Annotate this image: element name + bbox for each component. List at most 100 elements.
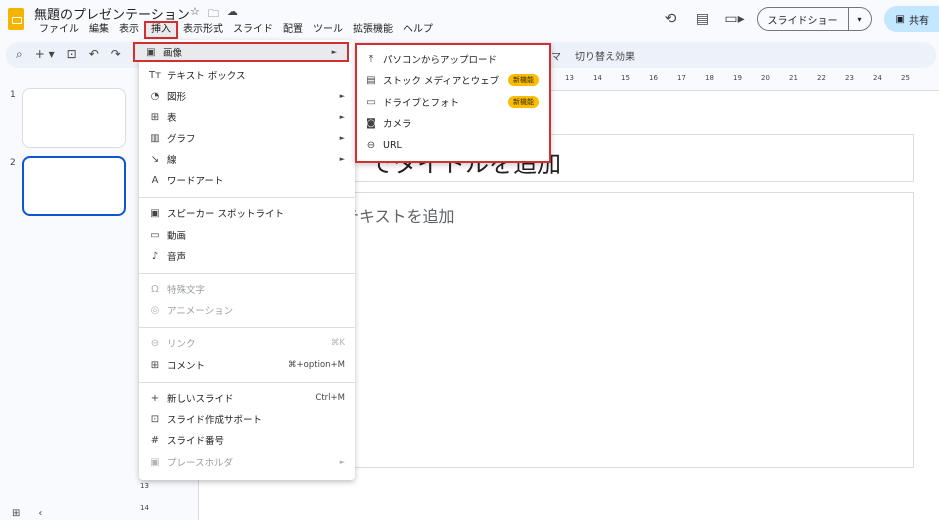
menu-item-label: 特殊文字 (167, 285, 206, 296)
audio-icon: ♪ (151, 250, 159, 262)
menu-item-slide-assist[interactable]: ⊡ スライド作成サポート (139, 409, 355, 429)
menu-view[interactable]: 表示 (114, 23, 144, 37)
ruler-tick: 20 (761, 74, 770, 82)
menu-item-label: 新しいスライド (167, 394, 234, 405)
insert-menu: ▣ 画像 ► Tт テキスト ボックス ◔ 図形 ► ⊞ 表 ► ▥ グラフ ►… (133, 40, 355, 480)
lock-icon: ▣ (895, 13, 905, 25)
redo-icon[interactable]: ↷ (111, 47, 121, 62)
chevron-right-icon: ► (331, 48, 337, 56)
vruler-tick: 13 (140, 482, 149, 490)
menu-item-new-slide[interactable]: + 新しいスライド Ctrl+M (139, 388, 355, 408)
menu-item-video[interactable]: ▭ 動画 (139, 225, 355, 245)
ruler-tick: 18 (705, 74, 714, 82)
chevron-down-icon[interactable]: ▾ (849, 8, 871, 30)
undo-icon[interactable]: ↶ (89, 47, 99, 62)
share-label: 共有 (909, 15, 929, 27)
submenu-item-camera[interactable]: ◙ カメラ (357, 113, 549, 133)
chevron-right-icon: ► (339, 113, 345, 121)
menu-item-slide-number[interactable]: # スライド番号 (139, 430, 355, 450)
slides-logo[interactable] (8, 8, 24, 30)
menu-item-label: 線 (167, 155, 177, 166)
submenu-item-stock[interactable]: ▤ ストック メディアとウェブ 新機能 (357, 70, 549, 90)
menu-item-line[interactable]: ↘ 線 ► (139, 149, 355, 169)
star-icon[interactable]: ☆ (190, 5, 200, 24)
placeholder-icon: ▣ (150, 456, 160, 468)
menu-divider (139, 327, 355, 328)
menu-insert[interactable]: 挿入 (144, 21, 178, 39)
folder-icon: ▭ (366, 96, 376, 108)
chevron-right-icon: ► (339, 458, 345, 466)
menu-item-wordart[interactable]: A ワードアート (139, 170, 355, 190)
submenu-item-upload[interactable]: ⤒ パソコンからアップロード (357, 49, 549, 69)
menu-item-label: 画像 (163, 48, 183, 59)
slide-thumbnail-2[interactable] (22, 156, 126, 216)
chevron-right-icon: ► (339, 155, 345, 163)
menu-item-shape[interactable]: ◔ 図形 ► (139, 86, 355, 106)
menu-divider (139, 382, 355, 383)
menu-item-placeholder: ▣ プレースホルダ ► (139, 452, 355, 472)
menu-item-speaker-spotlight[interactable]: ▣ スピーカー スポットライト (139, 203, 355, 223)
menu-divider (139, 197, 355, 198)
menu-file[interactable]: ファイル (34, 23, 84, 37)
collapse-panel-icon[interactable]: ‹ (38, 508, 42, 519)
cloud-status-icon[interactable]: ☁ (227, 5, 238, 24)
add-slide-icon[interactable]: + ▾ (35, 47, 55, 62)
submenu-item-label: カメラ (383, 119, 412, 130)
menu-edit[interactable]: 編集 (84, 23, 114, 37)
ruler-tick: 15 (621, 74, 630, 82)
comment-icon: ⊞ (150, 359, 160, 371)
body-placeholder[interactable]: テキストを追加 (343, 192, 914, 468)
transition-button[interactable]: 切り替え効果 (575, 48, 635, 63)
menu-item-image[interactable]: ▣ 画像 ► (133, 42, 349, 62)
slideshow-button[interactable]: スライドショー ▾ (756, 7, 872, 31)
ruler-tick: 22 (817, 74, 826, 82)
ruler-tick: 13 (565, 74, 574, 82)
stock-icon: ▤ (366, 74, 376, 86)
menu-help[interactable]: ヘルプ (398, 23, 438, 37)
vruler-tick: 14 (140, 504, 149, 512)
menu-format[interactable]: 表示形式 (178, 23, 228, 37)
menu-item-table[interactable]: ⊞ 表 ► (139, 107, 355, 127)
slideshow-label[interactable]: スライドショー (758, 8, 849, 30)
menu-extensions[interactable]: 拡張機能 (348, 23, 398, 37)
menu-item-label: アニメーション (167, 306, 234, 317)
wordart-icon: A (151, 174, 159, 186)
menu-item-textbox[interactable]: Tт テキスト ボックス (139, 65, 355, 85)
menu-slide[interactable]: スライド (228, 23, 278, 37)
grid-view-icon[interactable]: ⊞ (12, 508, 20, 519)
menu-item-comment[interactable]: ⊞ コメント ⌘+option+M (139, 355, 355, 375)
menu-item-chart[interactable]: ▥ グラフ ► (139, 128, 355, 148)
shortcut-label: ⌘K (330, 338, 345, 348)
body-placeholder-text: テキストを追加 (343, 207, 455, 226)
textbox-icon: Tт (149, 69, 161, 81)
meet-icon[interactable]: ▭▸ (724, 9, 744, 29)
ruler-tick: 23 (845, 74, 854, 82)
search-icon[interactable]: ⌕ (16, 47, 23, 62)
comments-icon[interactable]: ▤ (693, 9, 713, 29)
special-chars-icon: Ω (151, 283, 159, 295)
slide-thumbnail-1[interactable] (22, 88, 126, 148)
history-icon[interactable]: ⟲ (661, 9, 681, 29)
shape-icon: ◔ (150, 90, 160, 102)
horizontal-ruler: 13 14 15 16 17 18 19 20 21 22 23 24 25 (545, 74, 939, 86)
move-folder-icon[interactable]: 🗀 (208, 5, 219, 24)
ruler-tick: 24 (873, 74, 882, 82)
submenu-item-url[interactable]: ⊖ URL (357, 135, 549, 155)
shortcut-label: ⌘+option+M (288, 360, 345, 370)
menu-item-link: ⊖ リンク ⌘K (139, 333, 355, 353)
menu-item-audio[interactable]: ♪ 音声 (139, 246, 355, 266)
menu-arrange[interactable]: 配置 (278, 23, 308, 37)
theme-button-partial[interactable]: マ (551, 48, 561, 63)
menu-item-label: テキスト ボックス (167, 71, 246, 82)
ruler-tick: 14 (593, 74, 602, 82)
menu-tools[interactable]: ツール (308, 23, 348, 37)
submenu-item-drive[interactable]: ▭ ドライブとフォト 新機能 (357, 92, 549, 112)
menu-item-label: スピーカー スポットライト (167, 209, 285, 220)
share-button[interactable]: ▣ 共有 (883, 6, 939, 32)
image-submenu: ⤒ パソコンからアップロード ▤ ストック メディアとウェブ 新機能 ▭ ドライ… (355, 43, 551, 163)
submenu-item-label: ストック メディアとウェブ (383, 76, 500, 87)
menu-item-label: 動画 (167, 231, 187, 242)
plus-icon: + (150, 392, 160, 404)
new-slide-layout-icon[interactable]: ⊡ (67, 47, 77, 62)
chart-icon: ▥ (150, 132, 160, 144)
